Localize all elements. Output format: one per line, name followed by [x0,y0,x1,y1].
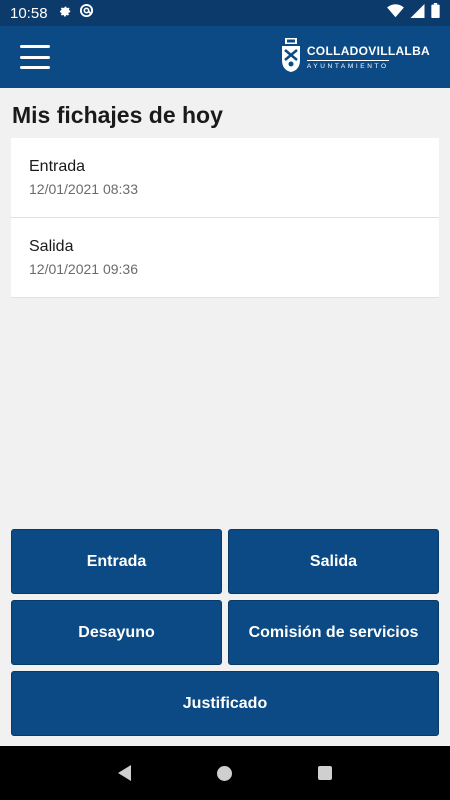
gear-icon [58,4,72,23]
status-left-icons [58,3,94,23]
back-icon[interactable] [118,765,131,781]
app-bar: COLLADOVILLALBA AYUNTAMIENTO [0,26,450,88]
desayuno-button[interactable]: Desayuno [11,600,222,665]
comision-servicios-button[interactable]: Comisión de servicios [228,600,439,665]
justificado-button[interactable]: Justificado [11,671,439,736]
status-bar: 10:58 [0,0,450,26]
logo-subtitle: AYUNTAMIENTO [306,60,389,70]
list-item: Salida 12/01/2021 09:36 [11,218,439,298]
at-icon [79,3,94,23]
record-time: 12/01/2021 09:36 [29,261,138,277]
system-nav-bar [0,746,450,800]
wifi-icon [387,3,404,23]
record-type: Salida [29,238,74,255]
recents-icon[interactable] [318,766,332,780]
salida-button[interactable]: Salida [228,529,439,594]
logo-name: COLLADOVILLALBA [306,44,430,58]
entrada-button[interactable]: Entrada [11,529,222,594]
status-right-icons [387,3,440,23]
page-title: Mis fichajes de hoy [12,102,223,128]
coat-of-arms-icon [281,37,301,77]
battery-icon [431,3,440,23]
record-type: Entrada [29,158,86,175]
hamburger-menu-icon[interactable] [20,45,50,69]
clock-records-list: Entrada 12/01/2021 08:33 Salida 12/01/20… [11,138,439,298]
signal-icon [410,3,425,23]
list-item: Entrada 12/01/2021 08:33 [11,138,439,218]
colladovillalba-logo: COLLADOVILLALBA AYUNTAMIENTO [281,37,430,77]
record-time: 12/01/2021 08:33 [29,181,138,197]
home-icon[interactable] [217,765,232,781]
status-time: 10:58 [10,4,48,22]
